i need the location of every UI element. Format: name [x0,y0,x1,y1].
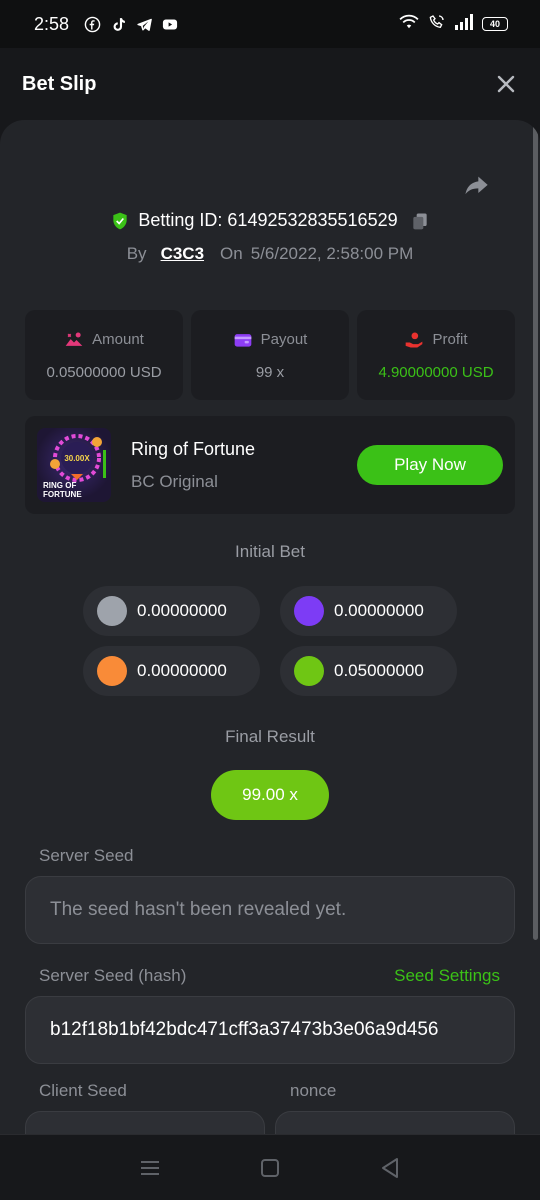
amount-label: Amount [92,331,144,348]
server-seed-field[interactable]: The seed hasn't been revealed yet. [25,876,515,944]
amount-value: 0.05000000 USD [46,363,162,381]
profit-value: 4.90000000 USD [378,363,494,381]
game-card: 30.00X RING OF FORTUNE Ring of Fortune B… [25,416,515,514]
user-link[interactable]: C3C3 [161,244,204,264]
payout-card: Payout 99 x [191,310,349,400]
server-seed-hash-field[interactable]: b12f18b1bf42bdc471cff3a37473b3e06a9d456 [25,996,515,1064]
by-label: By [126,244,147,263]
nonce-label: nonce [290,1081,337,1100]
thumb-title-line1: RING OF [43,481,76,490]
game-name[interactable]: Ring of Fortune [131,439,255,460]
thumb-multiplier: 30.00X [64,454,90,463]
final-result-title: Final Result [225,727,315,746]
game-info: Ring of Fortune BC Original [131,439,255,492]
server-seed-label: Server Seed [39,846,134,865]
bet-item-purple: 0.00000000 [280,586,457,636]
amount-card: Amount 0.05000000 USD [25,310,183,400]
hand-coin-icon [404,330,424,350]
bet-item-orange: 0.00000000 [83,646,260,696]
final-result-badge: 99.00 x [211,770,329,820]
profit-card: Profit 4.90000000 USD [357,310,515,400]
payout-head: Payout [233,330,308,350]
thumb-title-line2: FORTUNE [43,490,82,499]
game-provider: BC Original [131,471,218,491]
orange-color-dot [97,656,127,686]
payout-value: 99 x [255,363,285,381]
amount-head: Amount [64,330,144,350]
profit-label: Profit [432,331,468,348]
bet-stats: Amount 0.05000000 USD Payout 99 x Profit… [25,310,515,400]
client-seed-field[interactable] [25,1111,265,1134]
client-seed-label: Client Seed [39,1081,127,1100]
status-app-icons [83,15,179,33]
wallet-icon [233,330,253,350]
close-icon[interactable] [494,72,518,96]
bet-item-grey: 0.00000000 [83,586,260,636]
wifi-call-icon [428,14,446,35]
page-title: Bet Slip [22,72,97,95]
server-seed-hash-label: Server Seed (hash) [39,966,187,985]
payout-label: Payout [260,331,308,348]
status-indicators: 40 [398,13,508,35]
game-thumbnail[interactable]: 30.00X RING OF FORTUNE [37,428,111,502]
youtube-icon [161,15,179,33]
amount-icon [64,330,84,350]
wifi-icon [398,14,420,35]
tiktok-icon [109,15,127,33]
bet-item-green: 0.05000000 [280,646,457,696]
status-bar: 2:58 40 [0,0,540,48]
bet-meta-row: By C3C3 On 5/6/2022, 2:58:00 PM [0,244,540,264]
bet-datetime: 5/6/2022, 2:58:00 PM [250,244,414,263]
shield-check-icon [110,211,130,231]
home-icon[interactable] [258,1156,282,1180]
nonce-field[interactable] [275,1111,515,1134]
battery-icon: 40 [482,17,508,31]
ring-of-fortune-artwork: 30.00X RING OF FORTUNE [43,434,106,499]
bet-item-value: 0.00000000 [334,601,424,620]
facebook-icon [83,15,101,33]
on-label: On [220,244,243,263]
initial-bet-grid: 0.00000000 0.00000000 0.00000000 0.05000… [83,586,457,696]
betting-id-row: Betting ID: 61492532835516529 [0,210,540,231]
recents-icon[interactable] [138,1156,162,1180]
bet-item-value: 0.05000000 [334,661,424,680]
play-now-button[interactable]: Play Now [357,445,503,485]
scrollbar[interactable] [533,120,538,940]
betting-id: Betting ID: 61492532835516529 [138,210,398,230]
bet-item-value: 0.00000000 [137,661,227,680]
copy-icon[interactable] [410,211,430,231]
back-icon[interactable] [378,1156,402,1180]
system-nav-bar [0,1134,540,1200]
profit-head: Profit [404,330,468,350]
bet-slip-panel: Betting ID: 61492532835516529 By C3C3 On… [0,120,540,1134]
telegram-icon [135,15,153,33]
bet-item-value: 0.00000000 [137,601,227,620]
initial-bet-title: Initial Bet [235,542,305,561]
green-color-dot [294,656,324,686]
share-icon[interactable] [462,172,490,200]
signal-icon [454,13,474,35]
grey-color-dot [97,596,127,626]
app-header: Bet Slip [0,48,540,120]
purple-color-dot [294,596,324,626]
seed-settings-link[interactable]: Seed Settings [394,966,500,986]
status-time: 2:58 [34,13,70,34]
